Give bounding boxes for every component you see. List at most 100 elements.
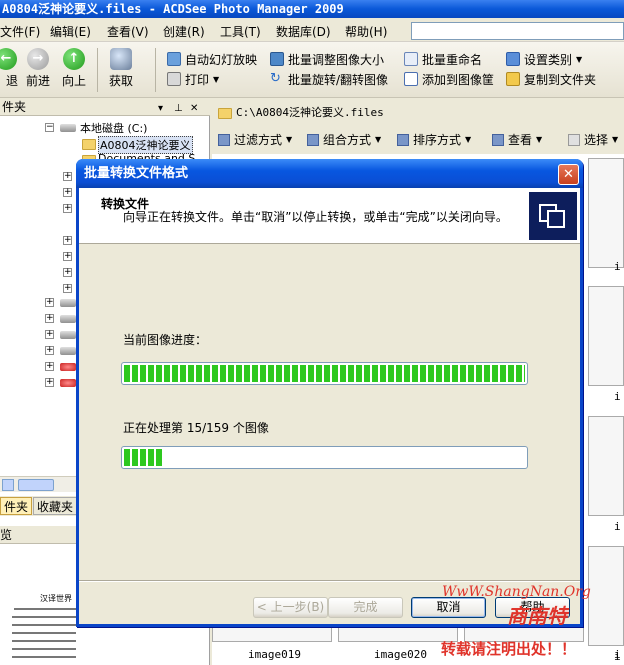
back-label: 退 xyxy=(5,74,18,88)
expand-icon[interactable]: + xyxy=(45,330,54,339)
preview-text-line xyxy=(12,656,76,658)
printer-icon xyxy=(167,72,181,86)
expand-icon[interactable]: + xyxy=(63,284,72,293)
sort-button[interactable]: 排序方式 ▼ xyxy=(397,131,471,148)
thumbnail-label: i xyxy=(614,260,621,273)
toolbar-divider xyxy=(97,48,98,92)
panel-pin-icon[interactable]: ⊥ xyxy=(174,100,183,118)
expand-icon[interactable]: + xyxy=(63,172,72,181)
folder-icon xyxy=(82,139,96,150)
menu-create[interactable]: 创建(R) xyxy=(163,23,205,40)
group-button[interactable]: 组合方式 ▼ xyxy=(307,131,381,148)
up-arrow-icon: ↑ xyxy=(63,48,85,70)
batch-rename-label: 批量重命名 xyxy=(422,52,483,67)
expand-icon[interactable]: + xyxy=(63,268,72,277)
chevron-down-icon: ▼ xyxy=(536,135,543,144)
batch-rotate-label: 批量旋转/翻转图像 xyxy=(288,72,389,87)
cancel-button[interactable]: 取消 xyxy=(411,597,486,618)
finish-button[interactable]: 完成 xyxy=(328,597,403,618)
thumbnail-label: i xyxy=(614,648,621,661)
thumbnail[interactable] xyxy=(588,546,624,646)
panel-menu-icon[interactable]: ▾ xyxy=(158,100,163,118)
batch-convert-dialog: 批量转换文件格式 ✕ 转换文件 向导正在转换文件。单击“取消”以停止转换，或单击… xyxy=(76,159,583,627)
window-title-bar: A0804泛神论要义.files - ACDSee Photo Manager … xyxy=(0,0,624,18)
forward-button[interactable]: → 前进 xyxy=(18,46,58,94)
path-bar: C:\A0804泛神论要义.files xyxy=(212,104,624,122)
folders-panel-header: 件夹 ▾ ⊥ ✕ xyxy=(0,98,210,116)
watermark-notice: 转载请注明出处！！ xyxy=(441,640,577,658)
batch-resize-button[interactable]: 批量调整图像大小 xyxy=(270,50,384,68)
filter-button[interactable]: 过滤方式 ▼ xyxy=(218,131,292,148)
acquire-button[interactable]: 获取 xyxy=(102,46,140,94)
thumbnail[interactable] xyxy=(588,286,624,386)
view-button[interactable]: 查看 ▼ xyxy=(492,131,542,148)
panel-close-icon[interactable]: ✕ xyxy=(190,100,198,118)
close-icon[interactable]: ✕ xyxy=(558,164,579,185)
expand-icon[interactable]: + xyxy=(63,204,72,213)
scrollbar-thumb[interactable] xyxy=(18,479,54,491)
expand-icon[interactable]: + xyxy=(45,346,54,355)
expand-icon[interactable]: + xyxy=(45,362,54,371)
menu-help[interactable]: 帮助(H) xyxy=(345,23,387,40)
expand-icon[interactable]: + xyxy=(63,188,72,197)
menu-tools[interactable]: 工具(T) xyxy=(220,23,261,40)
slideshow-button[interactable]: 自动幻灯放映 xyxy=(167,50,257,68)
filter-icon xyxy=(218,133,230,146)
preview-text-line xyxy=(12,640,76,642)
search-input[interactable] xyxy=(411,22,624,40)
expand-icon[interactable]: + xyxy=(45,298,54,307)
menu-view[interactable]: 查看(V) xyxy=(107,23,149,40)
expand-icon[interactable]: + xyxy=(45,314,54,323)
menu-file[interactable]: 文件(F) xyxy=(0,23,40,40)
batch-rename-button[interactable]: 批量重命名 xyxy=(404,50,482,68)
window-title: A0804泛神论要义.files - ACDSee Photo Manager … xyxy=(2,2,344,16)
thumbnail-label: i xyxy=(614,390,621,403)
drive-icon xyxy=(60,299,76,307)
forward-label: 前进 xyxy=(25,74,50,88)
set-category-button[interactable]: 设置类别 ▼ xyxy=(506,50,582,68)
current-image-progress-fill xyxy=(124,365,525,382)
dialog-header: 转换文件 向导正在转换文件。单击“取消”以停止转换，或单击“完成”以关闭向导。 xyxy=(79,188,580,244)
select-icon xyxy=(568,133,580,146)
thumbnail[interactable] xyxy=(588,416,624,516)
overall-progress-bar xyxy=(121,446,528,469)
current-image-progress-label: 当前图像进度： xyxy=(123,333,208,347)
select-label: 选择 xyxy=(584,133,609,147)
category-icon xyxy=(506,52,520,66)
back-button[interactable]: < 上一步(B) xyxy=(253,597,328,618)
network-drive-icon xyxy=(60,379,76,387)
menu-edit[interactable]: 编辑(E) xyxy=(50,23,91,40)
up-button[interactable]: ↑ 向上 xyxy=(54,46,94,94)
drive-icon xyxy=(60,315,76,323)
expand-icon[interactable]: + xyxy=(63,236,72,245)
print-button[interactable]: 打印 ▼ xyxy=(167,70,219,88)
sort-icon xyxy=(397,133,409,146)
add-to-basket-label: 添加到图像筐 xyxy=(422,72,495,87)
batch-rotate-button[interactable]: ↻ 批量旋转/翻转图像 xyxy=(270,70,388,88)
tab-folders[interactable]: 件夹 xyxy=(0,497,33,515)
tab-favorites[interactable]: 收藏夹 xyxy=(33,497,78,515)
tree-item-local-disk[interactable]: 本地磁盘 (C:) xyxy=(80,120,147,136)
set-category-label: 设置类别 xyxy=(524,52,573,67)
current-image-progress-bar xyxy=(121,362,528,385)
expand-icon[interactable]: + xyxy=(63,252,72,261)
copy-to-folder-button[interactable]: 复制到文件夹 xyxy=(506,70,596,88)
collapse-icon[interactable]: − xyxy=(45,123,54,132)
group-icon xyxy=(307,133,319,146)
expand-icon[interactable]: + xyxy=(45,378,54,387)
preview-text-line xyxy=(12,648,76,650)
batch-resize-label: 批量调整图像大小 xyxy=(288,52,385,67)
menu-database[interactable]: 数据库(D) xyxy=(276,23,331,40)
chevron-down-icon: ▼ xyxy=(612,135,619,144)
select-button[interactable]: 选择 ▼ xyxy=(568,131,618,148)
convert-files-icon-front xyxy=(547,210,565,228)
add-to-basket-button[interactable]: 添加到图像筐 xyxy=(404,70,494,88)
thumbnail-label: image019 xyxy=(248,648,301,661)
resize-icon xyxy=(270,52,284,66)
slideshow-icon xyxy=(167,52,181,66)
chevron-down-icon: ▼ xyxy=(465,135,472,144)
copy-to-folder-label: 复制到文件夹 xyxy=(524,72,597,87)
scroll-left-icon[interactable] xyxy=(2,479,14,491)
view-icon xyxy=(492,133,504,146)
thumbnail[interactable] xyxy=(588,158,624,268)
